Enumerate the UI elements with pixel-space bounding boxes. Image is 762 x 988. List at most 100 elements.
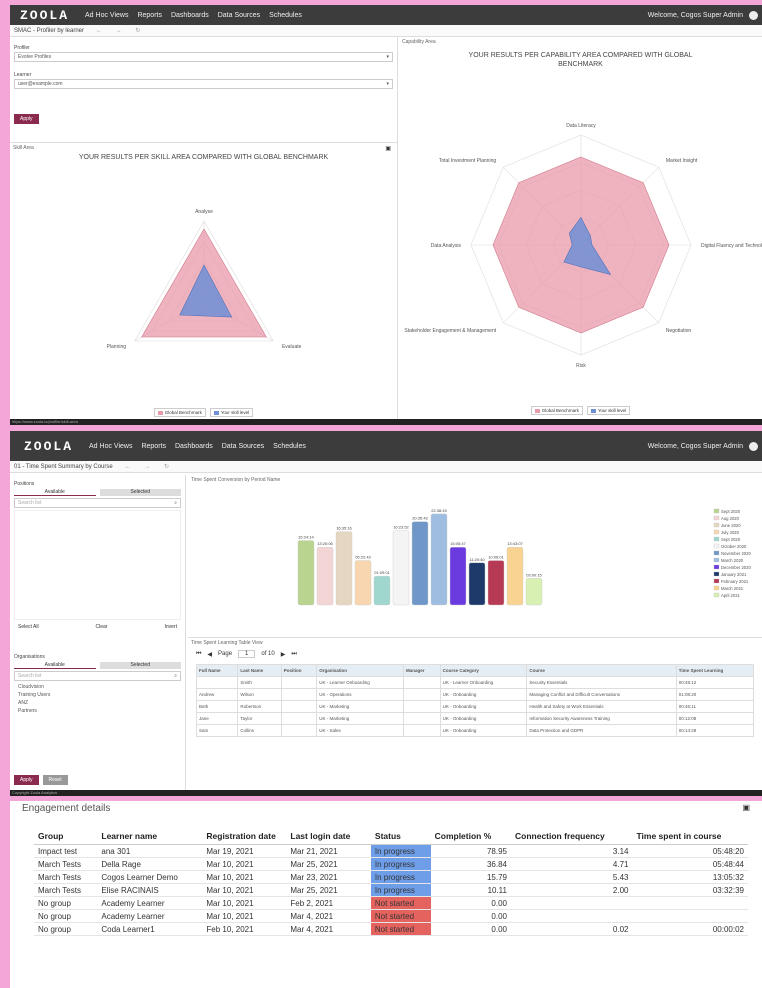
column-header[interactable]: Group: [34, 828, 98, 845]
bar[interactable]: [297, 540, 315, 606]
legend-yours[interactable]: Your skill level: [586, 406, 631, 415]
column-header[interactable]: Time Spent Learning: [675, 664, 755, 677]
nav-schedules[interactable]: Schedules: [273, 443, 306, 450]
learner-select[interactable]: user@example.com ▾: [14, 79, 393, 89]
table-cell: Feb 10, 2021: [202, 922, 287, 936]
table-row: No group Coda Learner1 Feb 10, 2021 Mar 4, …: [34, 922, 748, 936]
list-item[interactable]: ANZ: [18, 699, 177, 707]
table-cell: 00:48:12: [675, 676, 755, 689]
page-input[interactable]: 1: [238, 650, 256, 658]
column-header[interactable]: Course: [526, 664, 677, 677]
tab-selected[interactable]: Selected: [99, 489, 181, 496]
nav-reports[interactable]: Reports: [141, 443, 166, 450]
history-arrows-icon[interactable]: ← → ↻: [96, 27, 146, 34]
legend-entry[interactable]: October 2020: [721, 544, 747, 549]
legend-entry[interactable]: July 2020: [721, 530, 740, 535]
legend-entry[interactable]: November 2020: [721, 551, 751, 556]
column-header[interactable]: Completion %: [430, 828, 511, 845]
user-menu-icon[interactable]: [749, 10, 758, 20]
bar[interactable]: [430, 513, 448, 606]
list-item[interactable]: Cloudvision: [18, 683, 177, 691]
organisations-search[interactable]: Search list ⌕: [14, 671, 181, 681]
export-icon[interactable]: ▣: [742, 803, 750, 814]
list-item[interactable]: Partners: [18, 707, 177, 715]
legend-benchmark[interactable]: Global Benchmark: [530, 406, 583, 415]
apply-button[interactable]: Apply: [14, 114, 39, 124]
legend-benchmark[interactable]: Global Benchmark: [153, 408, 206, 417]
first-page-icon[interactable]: ⏮: [196, 651, 201, 658]
column-header[interactable]: Connection frequency: [511, 828, 633, 845]
positions-label: Positions: [14, 481, 35, 487]
filter-panel: Profiler Evolve Profiles ▾ Learner user@e…: [10, 45, 397, 143]
clear-button[interactable]: Clear: [96, 624, 108, 630]
legend-swatch: [713, 522, 720, 528]
tab-available[interactable]: Available: [14, 489, 96, 496]
user-menu-icon[interactable]: [749, 441, 758, 451]
select-all-button[interactable]: Select All: [18, 624, 39, 630]
bar[interactable]: [354, 560, 372, 606]
status-badge: In progress: [370, 883, 431, 897]
legend-entry[interactable]: December 2020: [721, 565, 751, 570]
nav-data-sources[interactable]: Data Sources: [222, 443, 264, 450]
nav-ad-hoc-views[interactable]: Ad Hoc Views: [89, 443, 132, 450]
invert-button[interactable]: Invert: [164, 624, 177, 630]
nav-data-sources[interactable]: Data Sources: [218, 12, 260, 19]
legend-entry[interactable]: March 2020: [721, 558, 744, 563]
prev-page-icon[interactable]: ◀: [207, 651, 212, 658]
positions-list[interactable]: [14, 510, 181, 620]
positions-search[interactable]: Search list ⌕: [14, 498, 181, 508]
status-bar: Copyright Zoola Analytics: [10, 790, 762, 796]
column-header[interactable]: Last Name: [237, 664, 282, 677]
table-row: Beth Robertson UK - Marketing UK - Onboardi…: [195, 700, 755, 713]
column-header[interactable]: Learner name: [97, 828, 203, 845]
last-page-icon[interactable]: ⏭: [291, 651, 296, 658]
bar[interactable]: [468, 562, 486, 606]
bar[interactable]: [487, 560, 505, 606]
column-header[interactable]: Status: [370, 828, 431, 845]
apply-button[interactable]: Apply: [14, 775, 39, 785]
legend-entry[interactable]: February 2021: [721, 579, 749, 584]
column-header[interactable]: Time spent in course: [632, 828, 748, 845]
nav-dashboards[interactable]: Dashboards: [171, 12, 209, 19]
tab-selected[interactable]: Selected: [99, 662, 181, 669]
nav-reports[interactable]: Reports: [137, 12, 162, 19]
column-header[interactable]: Position: [280, 664, 318, 677]
column-header[interactable]: Manager: [402, 664, 441, 677]
bar[interactable]: [411, 521, 429, 606]
legend-entry[interactable]: March 2021: [721, 586, 744, 591]
legend-entry[interactable]: Aug 2020: [721, 516, 740, 521]
history-arrows-icon[interactable]: ← → ↻: [125, 463, 175, 470]
profile-select[interactable]: Evolve Profiles ▾: [14, 52, 393, 62]
bar[interactable]: [335, 531, 353, 606]
bar[interactable]: [373, 575, 391, 606]
legend-entry[interactable]: January 2021: [721, 572, 747, 577]
table-cell: [280, 688, 318, 701]
nav-schedules[interactable]: Schedules: [269, 12, 302, 19]
legend-entry[interactable]: June 2020: [721, 523, 741, 528]
legend-entry[interactable]: April 2021: [721, 593, 741, 598]
list-item[interactable]: Training Users: [18, 691, 177, 699]
tab-available[interactable]: Available: [14, 662, 96, 669]
bar-chart-panel: Time Spent Conversion by Period Name 15:…: [188, 475, 762, 635]
nav-ad-hoc-views[interactable]: Ad Hoc Views: [85, 12, 128, 19]
column-header[interactable]: Organisation: [316, 664, 404, 677]
reset-button[interactable]: Reset: [42, 775, 68, 785]
bar[interactable]: [316, 547, 334, 606]
export-icon[interactable]: ▣: [385, 145, 391, 152]
table-cell: Feb 2, 2021: [286, 896, 371, 910]
column-header[interactable]: Last login date: [286, 828, 371, 845]
legend-yours[interactable]: Your skill level: [209, 408, 254, 417]
column-header[interactable]: Course Category: [439, 664, 528, 677]
bar[interactable]: [449, 547, 467, 606]
legend-entry[interactable]: Sept 2020: [721, 509, 741, 514]
legend-entry[interactable]: Sept 2020: [721, 537, 741, 542]
bar[interactable]: [525, 578, 543, 606]
bar[interactable]: [392, 530, 410, 606]
column-header[interactable]: Registration date: [202, 828, 287, 845]
column-header[interactable]: Full Name: [195, 664, 239, 677]
table-cell: Mar 10, 2021: [202, 896, 287, 910]
table-cell: March Tests: [34, 883, 98, 897]
nav-dashboards[interactable]: Dashboards: [175, 443, 213, 450]
bar[interactable]: [506, 547, 524, 606]
next-page-icon[interactable]: ▶: [281, 651, 286, 658]
